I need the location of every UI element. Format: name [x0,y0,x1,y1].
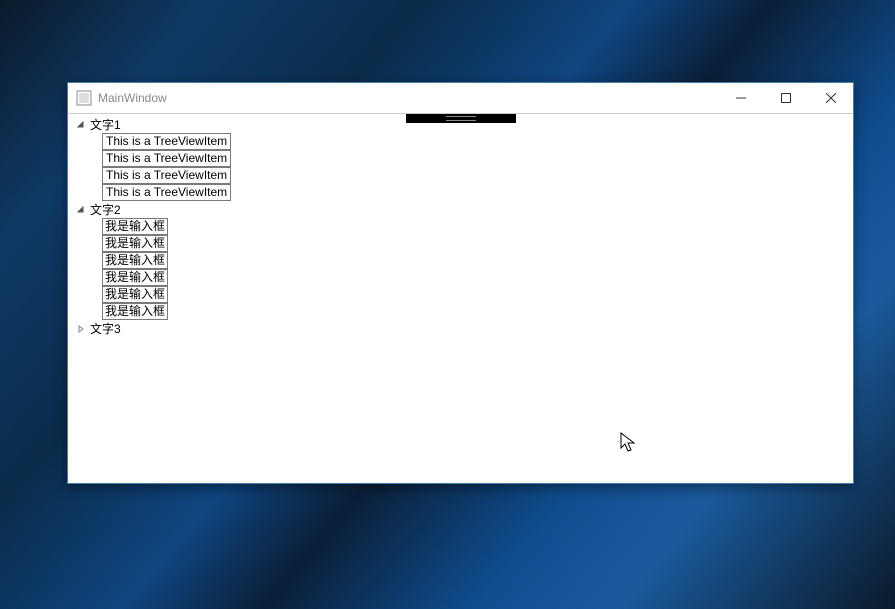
tree-item[interactable]: 我是输入框 [102,252,853,269]
tree-item-textbox[interactable]: This is a TreeViewItem [102,167,231,184]
tree-item[interactable]: This is a TreeViewItem [102,184,853,201]
app-icon [76,90,92,106]
minimize-button[interactable] [718,83,763,113]
tree-node-children: 我是输入框我是输入框我是输入框我是输入框我是输入框我是输入框 [70,218,853,320]
tree-item[interactable]: This is a TreeViewItem [102,150,853,167]
tree-item[interactable]: 我是输入框 [102,286,853,303]
tree-view[interactable]: 文字1This is a TreeViewItemThis is a TreeV… [68,114,853,337]
tree-node-header[interactable]: 文字2 [70,201,853,218]
tree-node-children: This is a TreeViewItemThis is a TreeView… [70,133,853,201]
close-button[interactable] [808,83,853,113]
tree-item-input[interactable]: 我是输入框 [102,218,168,235]
tree-item-input[interactable]: 我是输入框 [102,286,168,303]
debug-overlay-handle[interactable] [406,114,516,123]
main-window: MainWindow 文字1This is a TreeViewItemThis… [67,82,854,484]
chevron-down-icon[interactable] [76,120,86,130]
tree-item-textbox[interactable]: This is a TreeViewItem [102,150,231,167]
chevron-right-icon[interactable] [76,324,86,334]
tree-node-header[interactable]: 文字3 [70,320,853,337]
tree-item-textbox[interactable]: This is a TreeViewItem [102,133,231,150]
tree-item[interactable]: This is a TreeViewItem [102,167,853,184]
tree-item[interactable]: 我是输入框 [102,269,853,286]
client-area: 文字1This is a TreeViewItemThis is a TreeV… [68,114,853,483]
tree-item[interactable]: This is a TreeViewItem [102,133,853,150]
desktop-background: MainWindow 文字1This is a TreeViewItemThis… [0,0,895,609]
window-title: MainWindow [98,91,167,105]
tree-node-label: 文字3 [90,320,121,337]
chevron-down-icon[interactable] [76,205,86,215]
tree-item[interactable]: 我是输入框 [102,218,853,235]
tree-item-textbox[interactable]: This is a TreeViewItem [102,184,231,201]
tree-item-input[interactable]: 我是输入框 [102,235,168,252]
tree-item-input[interactable]: 我是输入框 [102,303,168,320]
grip-icon [446,116,476,121]
tree-item[interactable]: 我是输入框 [102,303,853,320]
titlebar[interactable]: MainWindow [68,83,853,114]
maximize-button[interactable] [763,83,808,113]
tree-node-label: 文字2 [90,201,121,218]
tree-item-input[interactable]: 我是输入框 [102,252,168,269]
tree-item[interactable]: 我是输入框 [102,235,853,252]
tree-item-input[interactable]: 我是输入框 [102,269,168,286]
tree-node-label: 文字1 [90,116,121,133]
